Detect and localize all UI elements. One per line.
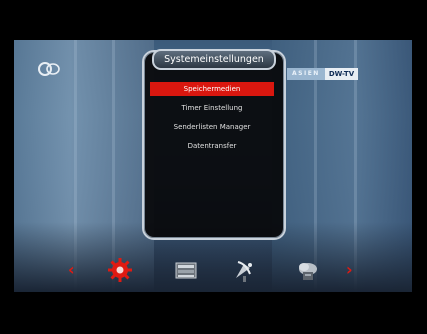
bottom-nav-bar: ‹ › [50, 252, 376, 288]
menu-item-timer[interactable]: Timer Einstellung [150, 101, 274, 115]
tv-screen: ASIEN DW-TV Systemeinstellungen Speicher… [0, 0, 427, 334]
film-icon[interactable] [172, 256, 200, 284]
menu-item-data-transfer[interactable]: Datentransfer [150, 139, 274, 153]
channel-region-label: ASIEN [287, 68, 325, 80]
menu-list: Speichermedien Timer Einstellung Senderl… [150, 82, 274, 158]
menu-item-channel-list[interactable]: Senderlisten Manager [150, 120, 274, 134]
channel-badge: ASIEN DW-TV [287, 68, 359, 80]
nav-left-arrow-icon[interactable]: ‹ [68, 261, 75, 279]
gear-icon[interactable] [106, 256, 134, 284]
menu-item-storage[interactable]: Speichermedien [150, 82, 274, 96]
channel-name-label: DW-TV [324, 68, 359, 80]
menu-title: Systemeinstellungen [152, 49, 276, 70]
cloud-icon[interactable] [294, 256, 322, 284]
satellite-dish-icon[interactable] [230, 256, 258, 284]
nav-right-arrow-icon[interactable]: › [346, 261, 353, 279]
channel-logo-icon [38, 62, 60, 76]
